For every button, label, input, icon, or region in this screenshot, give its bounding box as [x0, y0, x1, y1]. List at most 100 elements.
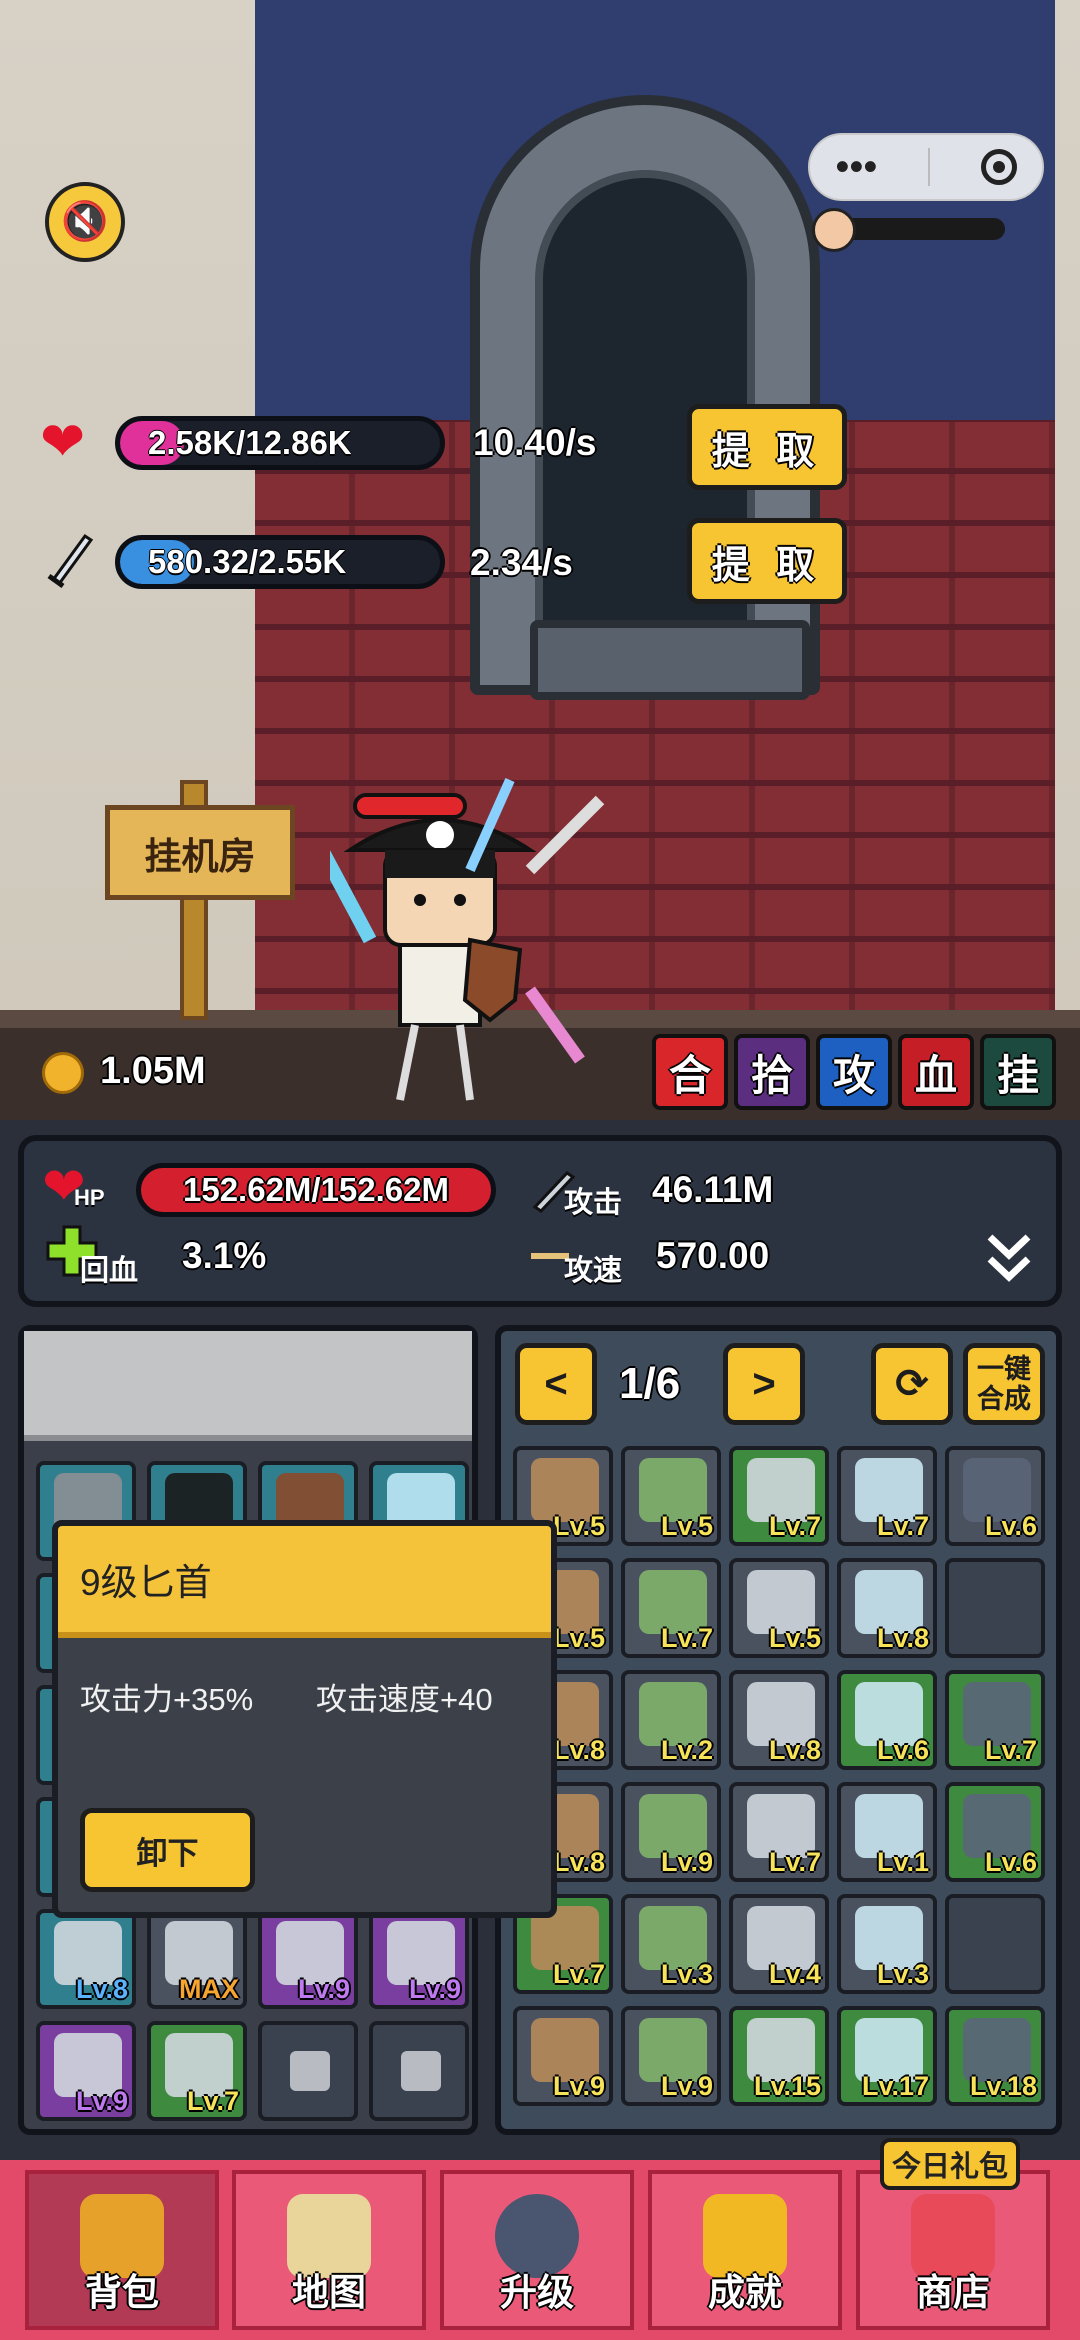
merge-mode-button[interactable]: 合 [652, 1034, 728, 1110]
extract-health-button[interactable]: 提 取 [687, 404, 847, 490]
tab-backpack[interactable]: 背包 [25, 2170, 219, 2330]
inventory-slot[interactable]: Lv.3 [837, 1894, 937, 1994]
inventory-slot[interactable]: Lv.9 [621, 1782, 721, 1882]
prev-page-button[interactable]: < [515, 1343, 597, 1425]
expand-chevron-icon[interactable] [984, 1229, 1034, 1289]
equipped-slot[interactable]: Lv.9 [369, 1909, 469, 2009]
health-bar: 2.58K/12.86K [115, 416, 445, 470]
hp-bar: 152.62M/152.62M [136, 1163, 496, 1217]
regen-value: 3.1% [182, 1235, 267, 1276]
tab-map[interactable]: 地图 [232, 2170, 426, 2330]
health-rate: 10.40/s [473, 422, 597, 463]
tab-achievements[interactable]: 成就 [648, 2170, 842, 2330]
item-level: Lv.5 [768, 1623, 821, 1653]
daily-gift-badge[interactable]: 今日礼包 [880, 2138, 1020, 2190]
inventory-slot[interactable]: Lv.18 [945, 2006, 1045, 2106]
item-level: Lv.7 [768, 1511, 821, 1541]
inventory-slot[interactable]: Lv.7 [945, 1670, 1045, 1770]
sword-icon [45, 528, 95, 589]
inventory-slot[interactable]: Lv.6 [945, 1782, 1045, 1882]
miniprogram-capsule: ••• [808, 133, 1044, 201]
pickup-mode-button[interactable]: 拾 [734, 1034, 810, 1110]
inventory-slot[interactable]: Lv.5 [729, 1558, 829, 1658]
inventory-slot[interactable]: Lv.7 [729, 1782, 829, 1882]
item-level: Lv.9 [75, 2086, 128, 2116]
next-page-button[interactable]: > [723, 1343, 805, 1425]
inventory-slot[interactable]: Lv.3 [621, 1894, 721, 1994]
item-level: Lv.7 [984, 1735, 1037, 1765]
item-level: Lv.17 [861, 2071, 929, 2101]
popup-title: 9级匕首 [58, 1526, 551, 1638]
equipped-slot[interactable]: Lv.9 [36, 2021, 136, 2121]
refresh-button[interactable]: ⟳ [871, 1343, 953, 1425]
inventory-slot[interactable]: Lv.9 [621, 2006, 721, 2106]
inventory-slot[interactable]: Lv.9 [513, 2006, 613, 2106]
item-level: Lv.9 [408, 1974, 461, 2004]
tab-shop[interactable]: 商店 [856, 2170, 1050, 2330]
regen-label: 回血 [80, 1255, 139, 1287]
inventory-slot[interactable]: Lv.6 [837, 1670, 937, 1770]
pirate-character [283, 700, 630, 1120]
attack-bar: 580.32/2.55K [115, 535, 445, 589]
inventory-slot[interactable]: Lv.15 [729, 2006, 829, 2106]
idle-mode-button[interactable]: 挂 [980, 1034, 1056, 1110]
item-level: Lv.7 [552, 1959, 605, 1989]
extract-attack-button[interactable]: 提 取 [687, 518, 847, 604]
empty-slot[interactable] [945, 1558, 1045, 1658]
item-level: Lv.8 [75, 1974, 128, 2004]
item-level: Lv.18 [969, 2071, 1037, 2101]
equipped-slot[interactable]: MAX [147, 1909, 247, 2009]
item-detail-popup: 9级匕首 攻击力+35% 攻击速度+40 卸下 [52, 1520, 557, 1918]
inventory-slot[interactable]: Lv.8 [729, 1670, 829, 1770]
inventory-slot[interactable]: Lv.7 [621, 1558, 721, 1658]
item-level: Lv.1 [876, 1847, 929, 1877]
item-level: Lv.5 [552, 1511, 605, 1541]
speaker-mute-icon: 🔇 [61, 201, 109, 243]
item-level: Lv.8 [552, 1847, 605, 1877]
item-level: Lv.5 [552, 1623, 605, 1653]
unequip-button[interactable]: 卸下 [80, 1808, 255, 1892]
equipped-slot[interactable]: Lv.7 [147, 2021, 247, 2121]
attack-label: 攻击 [564, 1187, 623, 1219]
inventory-slot[interactable]: Lv.8 [837, 1558, 937, 1658]
item-level: Lv.8 [768, 1735, 821, 1765]
inventory-slot[interactable]: Lv.7 [729, 1446, 829, 1546]
stats-panel: ❤ HP 152.62M/152.62M 攻击 46.11M 回血 3.1% 攻… [18, 1135, 1062, 1307]
health-value: 2.58K/12.86K [148, 424, 352, 461]
empty-slot[interactable] [945, 1894, 1045, 1994]
attack-mode-button[interactable]: 攻 [816, 1034, 892, 1110]
inventory-slot[interactable]: Lv.7 [837, 1446, 937, 1546]
inventory-slot[interactable]: Lv.1 [837, 1782, 937, 1882]
inventory-slot[interactable]: Lv.5 [621, 1446, 721, 1546]
backpack-panel: < 1/6 > ⟳ 一键 合成 Lv.5 Lv.5 Lv.7 Lv.7 Lv.6 Lv.5… [495, 1325, 1062, 2135]
equipped-slot[interactable]: Lv.8 [36, 1909, 136, 2009]
item-level: Lv.9 [552, 2071, 605, 2101]
more-dots-icon[interactable]: ••• [835, 145, 877, 190]
item-level: Lv.7 [876, 1511, 929, 1541]
item-level: Lv.6 [984, 1511, 1037, 1541]
item-level: Lv.9 [297, 1974, 350, 2004]
inventory-slot[interactable]: Lv.2 [621, 1670, 721, 1770]
inventory-slot[interactable]: Lv.4 [729, 1894, 829, 1994]
item-level: Lv.3 [876, 1959, 929, 1989]
item-level: Lv.7 [186, 2086, 239, 2116]
merge-all-button[interactable]: 一键 合成 [963, 1343, 1045, 1425]
coin-balance: 1.05M [100, 1050, 206, 1092]
tab-upgrade[interactable]: 升级 [440, 2170, 634, 2330]
chevron-right-icon: > [752, 1361, 776, 1406]
refresh-icon: ⟳ [895, 1362, 929, 1406]
equipped-slot[interactable]: Lv.9 [258, 1909, 358, 2009]
chevron-left-icon: < [544, 1361, 568, 1406]
item-level: Lv.8 [876, 1623, 929, 1653]
popup-stat-speed: 攻击速度+40 [316, 1682, 493, 1717]
speed-value: 570.00 [656, 1235, 770, 1276]
item-level: MAX [179, 1974, 239, 2004]
attack-rate: 2.34/s [470, 542, 573, 583]
mute-button[interactable]: 🔇 [45, 182, 125, 262]
blood-mode-button[interactable]: 血 [898, 1034, 974, 1110]
item-level: Lv.6 [876, 1735, 929, 1765]
item-level: Lv.7 [768, 1847, 821, 1877]
inventory-slot[interactable]: Lv.6 [945, 1446, 1045, 1546]
inventory-slot[interactable]: Lv.17 [837, 2006, 937, 2106]
close-target-icon[interactable] [980, 149, 1017, 185]
